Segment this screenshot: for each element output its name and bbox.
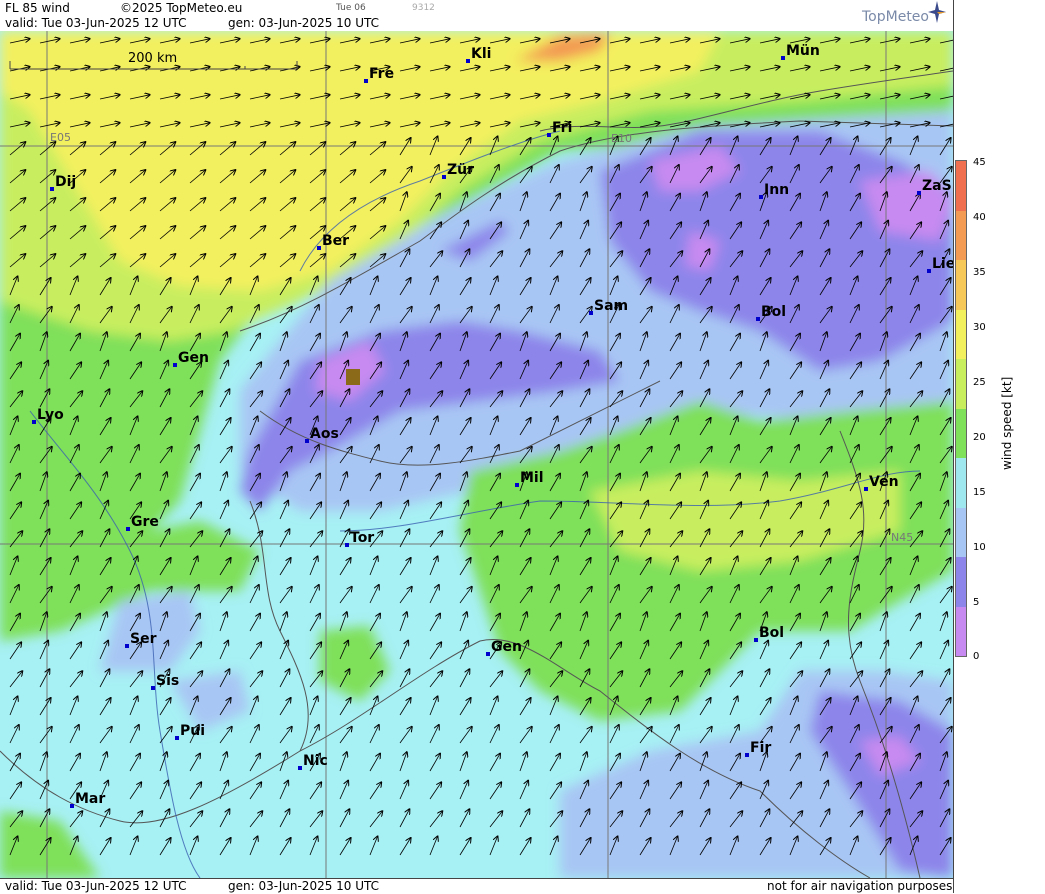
colorbar-tick: 5: [973, 597, 980, 608]
city-dot: [486, 652, 490, 656]
city-label: Mil: [520, 470, 544, 486]
colorbar-segment: [956, 557, 966, 607]
colorbar-label: wind speed [kt]: [1000, 376, 1014, 470]
city-label: Gre: [131, 514, 159, 530]
city-label: Lie: [932, 256, 953, 272]
city-dot: [151, 686, 155, 690]
city-dot: [364, 79, 368, 83]
city-dot: [32, 420, 36, 424]
footer-bar: valid: Tue 03-Jun-2025 12 UTC gen: 03-Ju…: [0, 878, 953, 894]
city-label: Sam: [594, 298, 629, 314]
colorbar-segment: [956, 507, 966, 557]
city-label: ZaS: [922, 178, 952, 194]
footer-generated-time: gen: 03-Jun-2025 10 UTC: [228, 879, 380, 893]
product-title: FL 85 wind: [5, 1, 70, 15]
copyright-text: ©2025 TopMeteo.eu: [120, 1, 243, 15]
city-dot: [927, 269, 931, 273]
disclaimer: not for air navigation purposes: [767, 879, 953, 893]
footer-valid-time: valid: Tue 03-Jun-2025 12 UTC: [5, 879, 187, 893]
city-label: Dij: [55, 174, 77, 190]
city-dot: [305, 439, 309, 443]
city-label: Ber: [322, 233, 350, 249]
scale-label: 200 km: [128, 51, 178, 66]
city-dot: [175, 736, 179, 740]
city-dot: [756, 317, 760, 321]
colorbar-segment: [956, 309, 966, 359]
city-dot: [317, 246, 321, 250]
city-dot: [515, 483, 519, 487]
colorbar-segment: [956, 408, 966, 458]
wind-map: 200 km E05 E10 N45 Kli Fre Mün Fri Dij Zür Inn…: [0, 31, 953, 878]
city-dot: [50, 187, 54, 191]
generated-time: gen: 03-Jun-2025 10 UTC: [228, 16, 380, 30]
city-label: Pui: [180, 723, 206, 739]
city-label: Inn: [764, 182, 790, 198]
colorbar-tick: 0: [973, 651, 980, 662]
city-label: Ven: [869, 474, 899, 490]
city-label: Gen: [178, 350, 209, 366]
city-dot: [754, 638, 758, 642]
small-date: Tue 06: [336, 3, 366, 13]
wind-map-canvas: [0, 31, 953, 878]
city-label: Fir: [750, 740, 772, 756]
city-dot: [126, 527, 130, 531]
city-dot: [125, 644, 129, 648]
city-dot: [759, 195, 763, 199]
colorbar-tick: 20: [973, 432, 986, 443]
colorbar-tick: 15: [973, 487, 986, 498]
colorbar-segment: [956, 359, 966, 409]
city-dot: [345, 543, 349, 547]
city-dot: [781, 56, 785, 60]
city-label: Sis: [156, 673, 180, 689]
small-code: 9312: [412, 3, 435, 13]
peak-marker: [346, 369, 360, 385]
colorbar-tick: 35: [973, 267, 986, 278]
city-dot: [864, 487, 868, 491]
colorbar: [955, 160, 967, 657]
city-dot: [547, 133, 551, 137]
city-dot: [70, 804, 74, 808]
city-dot: [589, 311, 593, 315]
valid-time: valid: Tue 03-Jun-2025 12 UTC: [5, 16, 187, 30]
city-label: Bol: [759, 625, 785, 641]
city-label: Mün: [786, 43, 820, 59]
colorbar-tick: 30: [973, 322, 986, 333]
colorbar-segment: [956, 260, 966, 310]
colorbar-segment: [956, 458, 966, 508]
city-label: Bol: [761, 304, 787, 320]
city-dot: [466, 59, 470, 63]
colorbar-segment: [956, 161, 966, 211]
grid-label-n45: N45: [891, 531, 914, 544]
colorbar-tick: 40: [973, 212, 986, 223]
city-label: Kli: [471, 46, 492, 62]
city-dot: [745, 753, 749, 757]
city-label: Fre: [369, 66, 395, 82]
city-dot: [917, 191, 921, 195]
colorbar-tick: 45: [973, 157, 986, 168]
city-label: Ser: [130, 631, 157, 647]
colorbar-segment: [956, 210, 966, 260]
grid-label-e05: E05: [50, 131, 71, 144]
topmeteo-logo: TopMeteo: [862, 1, 946, 25]
city-dot: [442, 175, 446, 179]
city-label: Aos: [310, 426, 339, 442]
city-label: Zür: [447, 162, 475, 178]
compass-star-icon: [928, 1, 946, 23]
city-label: Lyo: [37, 407, 64, 423]
header-bar: FL 85 wind ©2025 TopMeteo.eu Tue 06 9312…: [0, 0, 953, 32]
city-label: Fri: [552, 120, 573, 136]
colorbar-segment: [956, 606, 966, 656]
city-label: Mar: [75, 791, 106, 807]
colorbar-tick: 25: [973, 377, 986, 388]
city-label: Tor: [350, 530, 375, 546]
city-dot: [173, 363, 177, 367]
city-dot: [298, 766, 302, 770]
city-label: Nic: [303, 753, 328, 769]
colorbar-tick: 10: [973, 542, 986, 553]
grid-label-e10: E10: [611, 132, 632, 145]
city-label: Gen: [491, 639, 522, 655]
